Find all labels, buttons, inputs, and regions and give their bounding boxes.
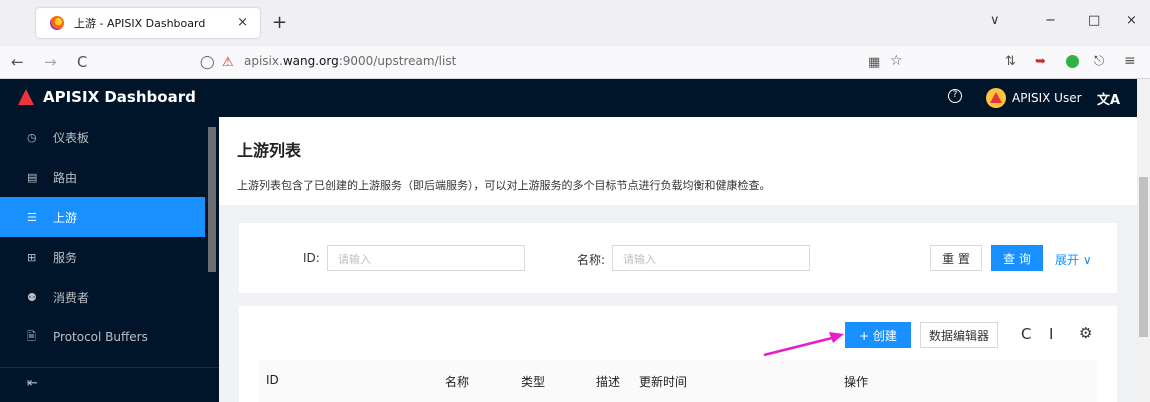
- create-button[interactable]: + 创建: [845, 322, 911, 348]
- app-brand[interactable]: APISIX Dashboard: [43, 88, 196, 106]
- table-card: + 创建 数据编辑器 C Ⅰ ⚙ ID 名称 类型 描述 更新时间 操作: [239, 306, 1117, 402]
- sidebar: ◷ 仪表板 ▤ 路由 ☰ 上游 ⊞ 服务 ⚉ 消费者 🗎 Protocol Bu…: [0, 117, 219, 402]
- forward-icon[interactable]: →: [44, 53, 57, 71]
- column-updated-time: 更新时间: [639, 375, 688, 389]
- page-scroll-thumb[interactable]: [1139, 177, 1148, 337]
- sidebar-item-consumers[interactable]: ⚉ 消费者: [0, 277, 205, 317]
- url-prefix: apisix.: [244, 54, 283, 68]
- browser-nav-bar: ← → C ◯ ⚠ apisix.wang.org:9000/upstream/…: [0, 46, 1150, 79]
- close-window-button[interactable]: ×: [1126, 13, 1137, 28]
- column-actions: 操作: [844, 375, 869, 389]
- tab-close-icon[interactable]: ×: [237, 15, 248, 30]
- consumer-icon: ⚉: [27, 290, 37, 304]
- avatar[interactable]: [986, 88, 1006, 108]
- help-icon[interactable]: ?: [948, 89, 962, 103]
- language-icon[interactable]: 文A: [1097, 89, 1120, 108]
- sidebar-item-dashboard[interactable]: ◷ 仪表板: [0, 117, 205, 157]
- id-label: ID:: [303, 251, 320, 265]
- column-name: 名称: [445, 375, 470, 389]
- page-title: 上游列表: [237, 141, 302, 160]
- qr-code-icon[interactable]: ▦: [868, 55, 880, 70]
- density-icon[interactable]: Ⅰ: [1049, 325, 1053, 343]
- reload-icon[interactable]: C: [77, 53, 87, 71]
- app-header: APISIX Dashboard ? APISIX User 文A: [0, 79, 1150, 117]
- column-description: 描述: [596, 375, 621, 389]
- sidebar-scroll-thumb[interactable]: [208, 127, 216, 272]
- sidebar-item-upstream[interactable]: ☰ 上游: [0, 197, 205, 237]
- tab-list-icon[interactable]: ∨: [990, 13, 1000, 28]
- settings-icon[interactable]: ⚙: [1079, 324, 1092, 342]
- sidebar-item-label: 消费者: [53, 290, 90, 305]
- sidebar-item-label: 路由: [53, 170, 78, 185]
- browser-tab-strip: 上游 - APISIX Dashboard × + ∨ − □ ×: [0, 0, 1150, 46]
- tracking-shield-icon[interactable]: ◯: [200, 55, 215, 70]
- sidebar-item-protocol-buffers[interactable]: 🗎 Protocol Buffers: [0, 317, 205, 357]
- url-host: wang.org: [282, 54, 339, 68]
- sidebar-collapse[interactable]: ⇤: [0, 367, 219, 402]
- back-icon[interactable]: ←: [11, 53, 24, 71]
- firefox-icon: [50, 16, 64, 30]
- minimize-button[interactable]: −: [1045, 13, 1056, 28]
- dashboard-icon: ◷: [27, 130, 37, 144]
- service-icon: ⊞: [27, 250, 37, 264]
- url-bar[interactable]: apisix.wang.org:9000/upstream/list: [244, 54, 456, 68]
- name-label: 名称:: [577, 253, 606, 267]
- name-input[interactable]: 请输入: [612, 245, 810, 271]
- tab-title: 上游 - APISIX Dashboard: [74, 17, 206, 30]
- expand-link[interactable]: 展开 ∨: [1055, 251, 1092, 268]
- user-name[interactable]: APISIX User: [1012, 91, 1082, 105]
- column-id: ID: [266, 373, 279, 387]
- sidebar-item-label: 仪表板: [53, 130, 90, 145]
- menu-icon[interactable]: ≡: [1124, 53, 1136, 69]
- extension-icon[interactable]: ⇅: [1005, 54, 1016, 69]
- page-scrollbar[interactable]: [1137, 79, 1150, 402]
- reset-button[interactable]: 重 置: [930, 245, 982, 271]
- table-header: ID 名称 类型 描述 更新时间 操作: [259, 360, 1097, 402]
- share-icon[interactable]: ⎋: [1094, 54, 1104, 69]
- upstream-icon: ☰: [27, 210, 37, 224]
- sidebar-item-label: 服务: [53, 250, 78, 265]
- column-type: 类型: [521, 375, 546, 389]
- file-icon: 🗎: [27, 329, 36, 343]
- maximize-button[interactable]: □: [1088, 13, 1100, 28]
- route-icon: ▤: [27, 170, 38, 184]
- page-description: 上游列表包含了已创建的上游服务（即后端服务），可以对上游服务的多个目标节点进行负…: [237, 179, 771, 192]
- sidebar-item-label: 上游: [53, 210, 78, 225]
- new-tab-button[interactable]: +: [272, 12, 287, 33]
- collapse-icon[interactable]: ⇤: [27, 376, 38, 391]
- query-button[interactable]: 查 询: [991, 245, 1043, 271]
- insecure-lock-icon[interactable]: ⚠: [222, 55, 234, 70]
- sidebar-item-services[interactable]: ⊞ 服务: [0, 237, 205, 277]
- reload-icon[interactable]: C: [1021, 325, 1031, 343]
- bookmark-star-icon[interactable]: ☆: [890, 53, 903, 69]
- search-form: ID: 请输入 名称: 请输入 重 置 查 询 展开 ∨: [239, 223, 1117, 293]
- data-editor-button[interactable]: 数据编辑器: [920, 322, 998, 348]
- url-path: :9000/upstream/list: [338, 54, 457, 68]
- extension-arrow-icon[interactable]: ➥: [1035, 54, 1046, 69]
- page-header: 上游列表 上游列表包含了已创建的上游服务（即后端服务），可以对上游服务的多个目标…: [219, 117, 1137, 205]
- id-input[interactable]: 请输入: [327, 245, 525, 271]
- sidebar-item-label: Protocol Buffers: [53, 330, 148, 344]
- browser-tab[interactable]: 上游 - APISIX Dashboard ×: [36, 8, 260, 38]
- main-content: 上游列表 上游列表包含了已创建的上游服务（即后端服务），可以对上游服务的多个目标…: [219, 117, 1137, 402]
- sidebar-item-routes[interactable]: ▤ 路由: [0, 157, 205, 197]
- extension-green-icon[interactable]: [1066, 55, 1079, 68]
- apisix-logo-icon: [18, 89, 34, 105]
